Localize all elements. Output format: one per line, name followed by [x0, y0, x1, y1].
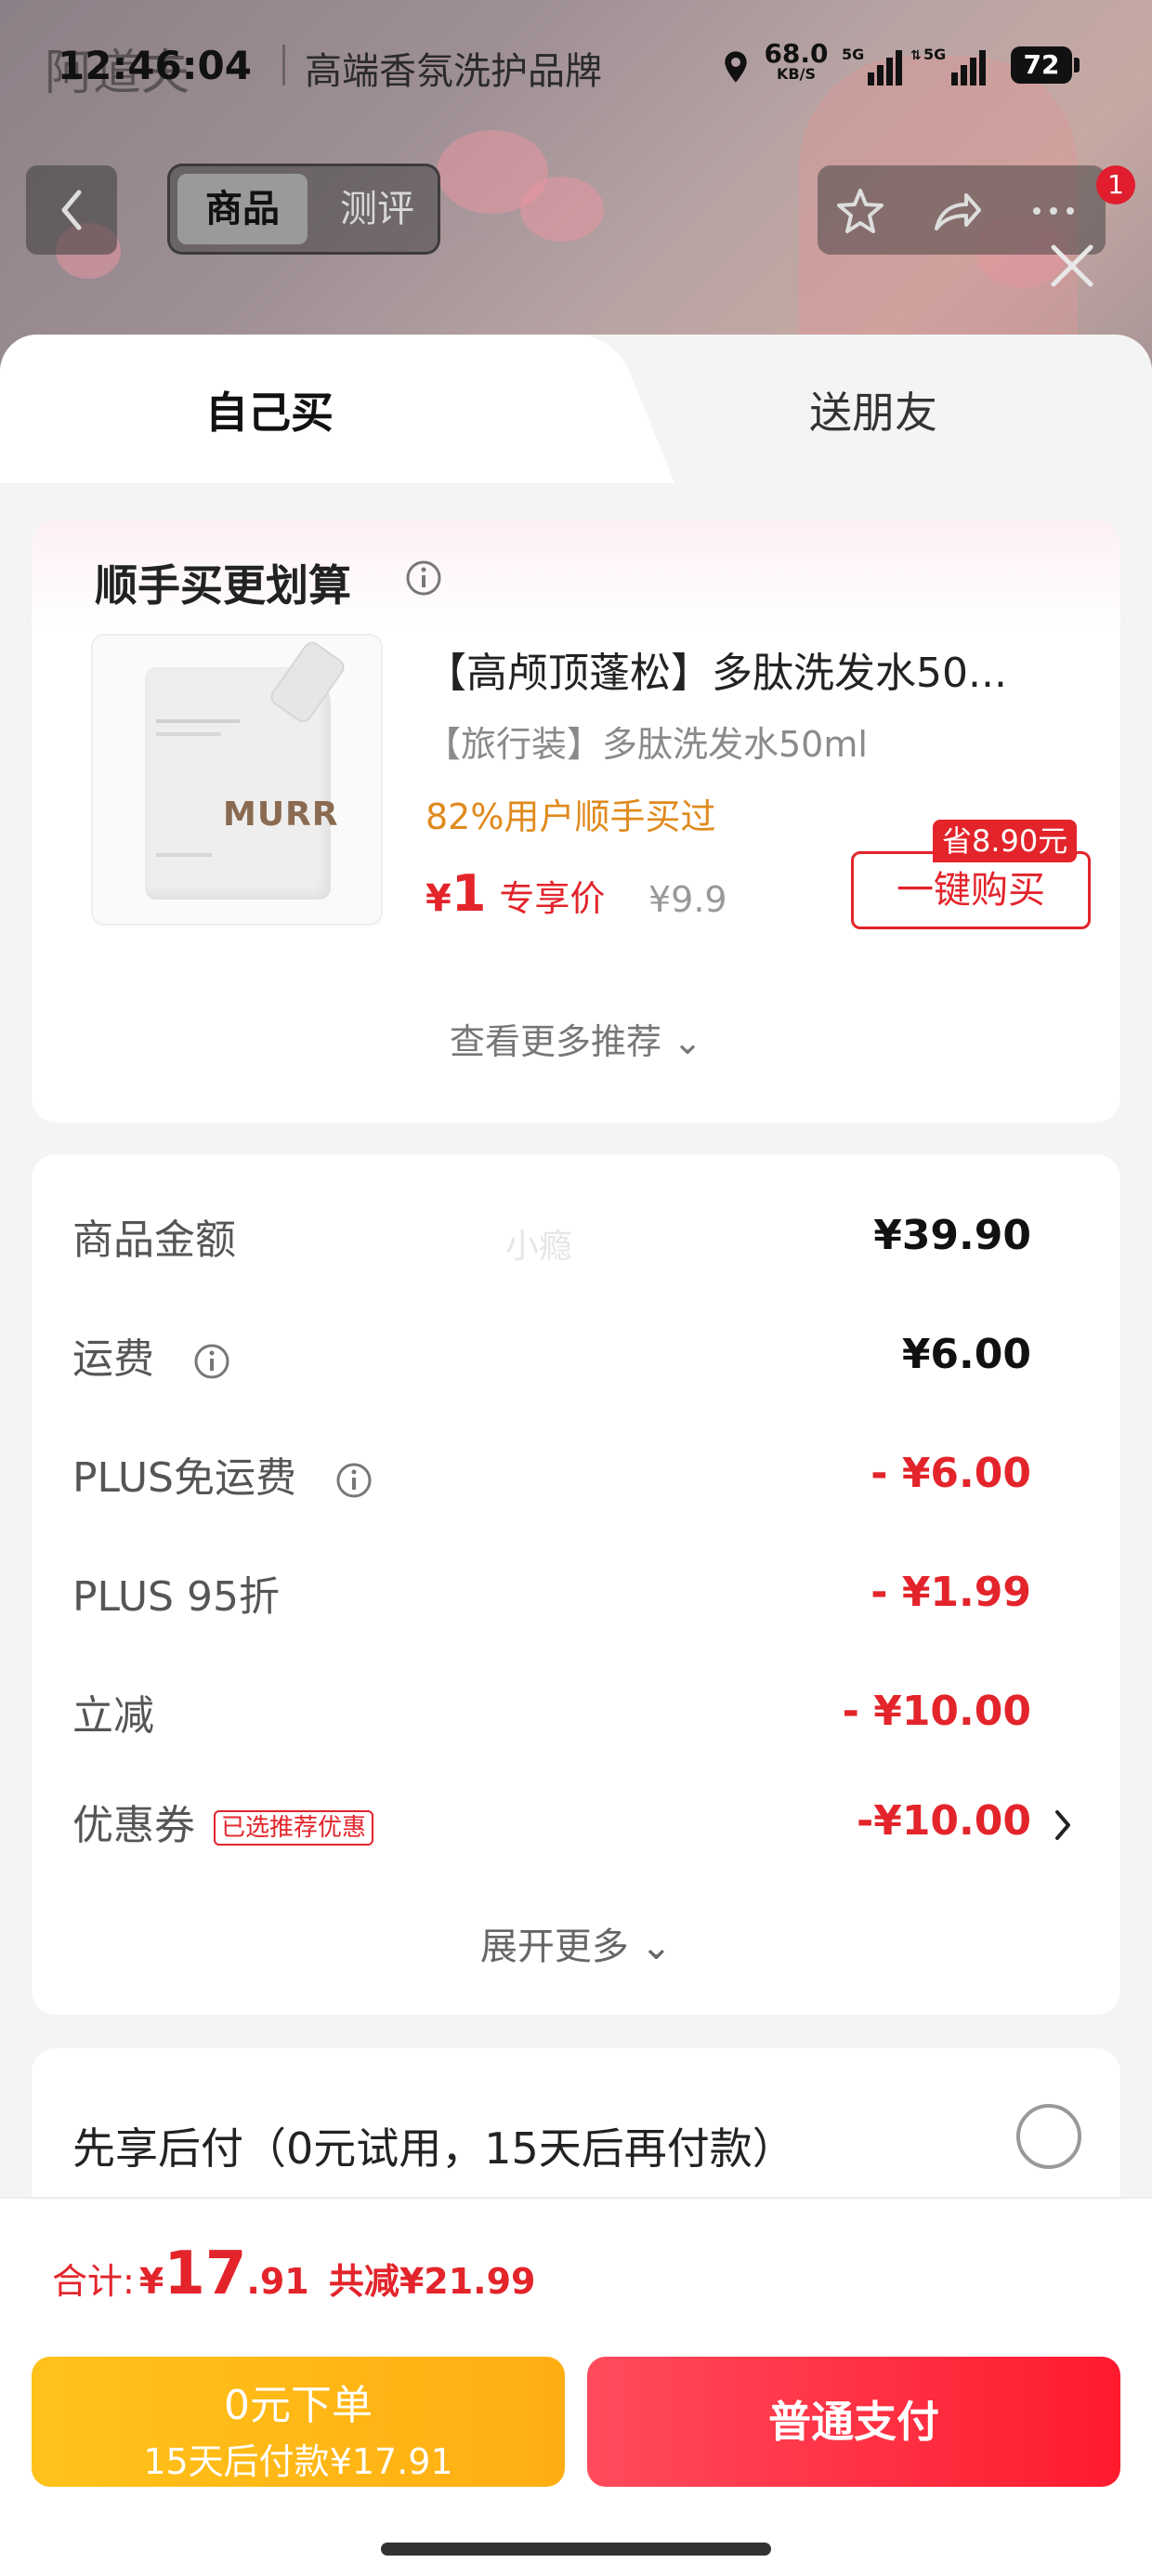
sim1-label: 5G	[842, 46, 864, 63]
sim2-label: 5G	[923, 46, 946, 63]
price-row-label: 立减	[72, 1692, 154, 1740]
coupon-label[interactable]: 优惠券 已选推荐优惠	[72, 1792, 374, 1851]
price-detail-card: 小瘾 商品金额 ¥39.90 运费 ¥6.00 PLUS免运费 - ¥6.00 …	[32, 1154, 1120, 2015]
one-click-buy-button[interactable]: 一键购买	[851, 851, 1091, 929]
price-row-label: PLUS 95折	[72, 1573, 280, 1621]
price-row-label: 运费	[72, 1335, 154, 1383]
bnpl-radio[interactable]	[1016, 2104, 1081, 2169]
background-brand-desc: 高端香氛洗护品牌	[305, 50, 602, 93]
plus-free-shipping-label: PLUS免运费	[72, 1444, 373, 1504]
more-dots-icon[interactable]	[1028, 188, 1080, 234]
upsell-price: ¥1 专享价	[425, 864, 605, 923]
price-row-label: 商品金额	[72, 1216, 236, 1264]
recommended-coupon-tag: 已选推荐优惠	[214, 1810, 374, 1846]
info-icon[interactable]	[335, 1462, 373, 1499]
upsell-title: 顺手买更划算	[95, 560, 351, 611]
bnpl-option-text: 先享后付（0元试用，15天后再付款）	[72, 2123, 795, 2174]
svg-text:⇅: ⇅	[910, 48, 922, 63]
view-more-recommendations[interactable]: 查看更多推荐 ⌄	[32, 1013, 1120, 1064]
total-summary: 合计: ¥17.91 共减¥21.99	[52, 2240, 535, 2308]
upsell-price-currency: ¥	[425, 877, 452, 920]
upsell-product-name[interactable]: 【高颅顶蓬松】多肽洗发水50...	[425, 639, 1094, 699]
upsell-card: 顺手买更划算 MURR 【高颅顶蓬松】多肽洗发水50... 【旅行装】多肽洗发水…	[32, 520, 1120, 1123]
home-indicator[interactable]	[381, 2543, 771, 2556]
total-amount-integer: 17	[164, 2240, 247, 2308]
shampoo-pouch-image: MURR	[145, 637, 348, 900]
tab-gift-to-friend[interactable]: 送朋友	[725, 379, 1022, 440]
watermark-text: 小瘾	[505, 1228, 573, 1266]
upsell-product-image[interactable]: MURR	[91, 634, 383, 926]
tab-buy-for-self[interactable]: 自己买	[111, 379, 427, 440]
signal-5g-icon: 5G	[842, 46, 902, 85]
brand-divider	[282, 45, 285, 85]
tab-goods[interactable]: 商品	[177, 174, 308, 244]
share-icon[interactable]	[931, 188, 983, 234]
star-icon[interactable]	[834, 188, 886, 234]
network-speed: 68.0 KB/S	[764, 41, 829, 82]
network-speed-unit: KB/S	[777, 65, 816, 83]
total-amount-decimal: .91	[246, 2261, 309, 2302]
price-row-label: 优惠券	[72, 1802, 195, 1849]
network-speed-value: 68.0	[764, 38, 829, 69]
expand-more-link[interactable]: 展开更多 ⌄	[32, 1916, 1120, 1970]
status-bar: 阿道夫 高端香氛洗护品牌 12:46:04 68.0 KB/S 5G ⇅ 5G …	[0, 0, 1152, 130]
price-row-value: - ¥6.00	[871, 1450, 1031, 1497]
status-time: 12:46:04	[58, 43, 252, 88]
goods-review-tabs: 商品 测评	[167, 164, 440, 255]
price-row-value: ¥39.90	[873, 1212, 1031, 1259]
product-brand-logo: MURR	[223, 795, 339, 834]
shipping-label: 运费	[72, 1325, 230, 1385]
price-row-value: - ¥1.99	[871, 1569, 1031, 1616]
battery-indicator: 72	[1011, 46, 1080, 84]
price-row-value: ¥6.00	[901, 1331, 1031, 1378]
background-petal	[520, 177, 604, 242]
upsell-original-price: ¥9.9	[648, 879, 727, 920]
upsell-price-value: 1	[451, 864, 487, 923]
back-button[interactable]	[26, 165, 117, 255]
location-icon	[725, 51, 747, 83]
normal-pay-button[interactable]: 普通支付	[587, 2357, 1120, 2487]
info-icon[interactable]	[193, 1343, 230, 1380]
upsell-bought-rate: 82%用户顺手买过	[425, 796, 716, 837]
chevron-right-icon[interactable]	[1052, 1805, 1074, 1846]
tab-review[interactable]: 测评	[326, 174, 428, 244]
info-icon[interactable]	[405, 559, 442, 597]
close-icon[interactable]	[1044, 238, 1100, 294]
total-saved: 共减¥21.99	[328, 2261, 536, 2302]
save-amount-badge: 省8.90元	[933, 820, 1078, 862]
total-currency: ¥	[138, 2261, 164, 2302]
zero-yuan-order-button[interactable]: 0元下单 15天后付款¥17.91	[32, 2357, 565, 2487]
chevron-left-icon	[61, 190, 82, 230]
checkout-footer: 合计: ¥17.91 共减¥21.99 0元下单 15天后付款¥17.91 普通…	[0, 2197, 1152, 2576]
bnpl-button-title: 0元下单	[224, 2382, 373, 2429]
total-label: 合计:	[52, 2261, 135, 2302]
coupon-value[interactable]: -¥10.00	[857, 1797, 1031, 1845]
price-row-label: PLUS免运费	[72, 1454, 296, 1502]
bnpl-button-subtitle: 15天后付款¥17.91	[143, 2441, 453, 2482]
price-row-value: - ¥10.00	[842, 1688, 1031, 1735]
signal-5g-icon-2: ⇅ 5G	[910, 46, 986, 85]
sheet-body-bg	[0, 483, 1152, 520]
upsell-price-tag: 专享价	[499, 878, 606, 919]
upsell-product-spec: 【旅行装】多肽洗发水50ml	[425, 724, 868, 765]
notification-badge: 1	[1096, 165, 1135, 204]
